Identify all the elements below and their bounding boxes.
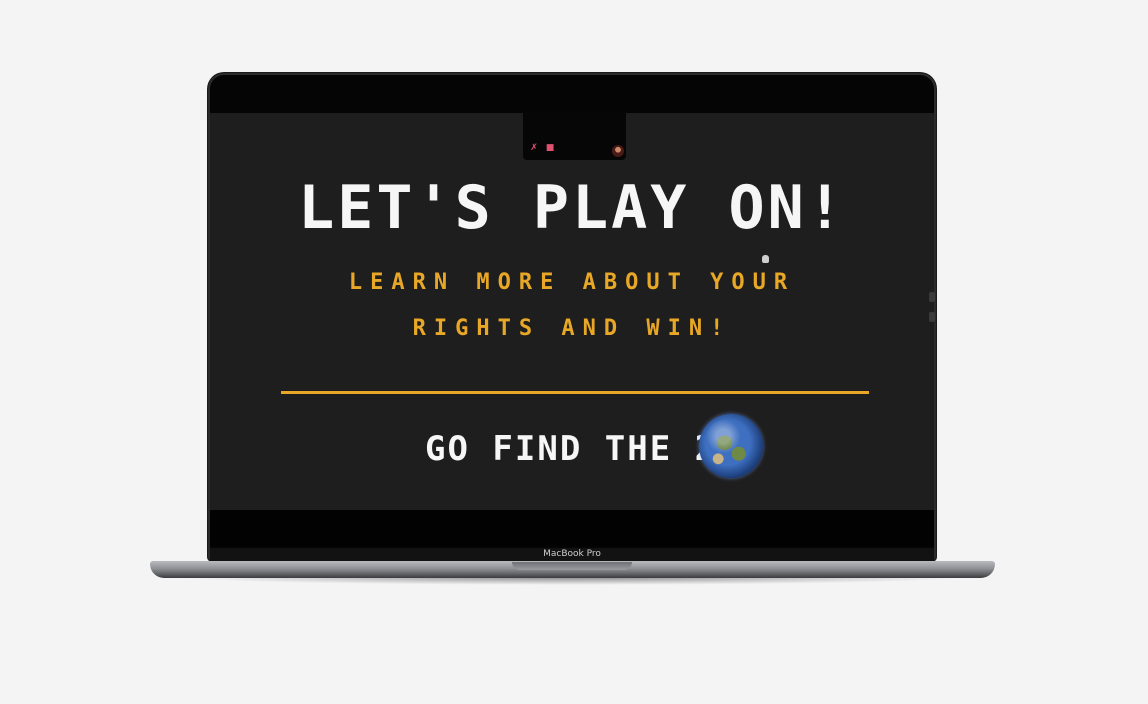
laptop-opening-notch bbox=[512, 562, 632, 570]
device-model-label: MacBook Pro bbox=[543, 549, 601, 559]
device-mockup: ✗ ■ LET'S PLAY ON! LEARN MORE ABOUT YOUR… bbox=[0, 0, 1148, 704]
laptop-shadow bbox=[170, 577, 975, 585]
mouse-cursor-icon bbox=[762, 255, 769, 263]
mic-muted-icon[interactable]: ✗ bbox=[528, 143, 540, 153]
slide-divider bbox=[281, 391, 869, 394]
slide-call-to-action: GO FIND THE 2 bbox=[425, 429, 718, 469]
earth-globe-icon bbox=[699, 414, 763, 478]
slide-subtitle-line-2: RIGHTS AND WIN! bbox=[412, 316, 732, 341]
slide-subtitle-line-1: LEARN MORE ABOUT YOUR bbox=[348, 270, 796, 295]
slide-headline: LET'S PLAY ON! bbox=[298, 173, 846, 243]
camera-off-icon[interactable]: ■ bbox=[544, 143, 556, 153]
side-handle-dot bbox=[929, 292, 935, 302]
meeting-controls: ✗ ■ bbox=[528, 143, 556, 153]
side-handle-dot bbox=[929, 312, 935, 322]
participant-avatar[interactable] bbox=[612, 145, 624, 157]
side-handle bbox=[929, 292, 935, 326]
screen-bottom-bezel bbox=[210, 510, 934, 546]
